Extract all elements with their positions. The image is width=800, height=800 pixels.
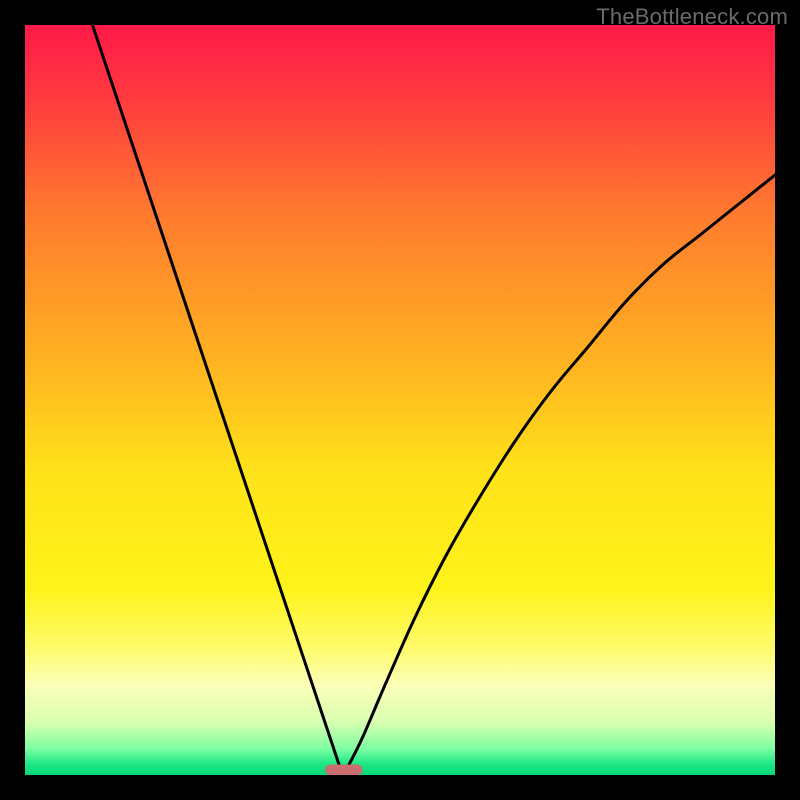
curve-layer xyxy=(25,25,775,775)
bottleneck-curve-right xyxy=(348,175,776,768)
plot-area xyxy=(25,25,775,775)
chart-frame: TheBottleneck.com xyxy=(0,0,800,800)
bottleneck-curve-left xyxy=(93,25,341,768)
optimum-marker xyxy=(325,765,363,776)
